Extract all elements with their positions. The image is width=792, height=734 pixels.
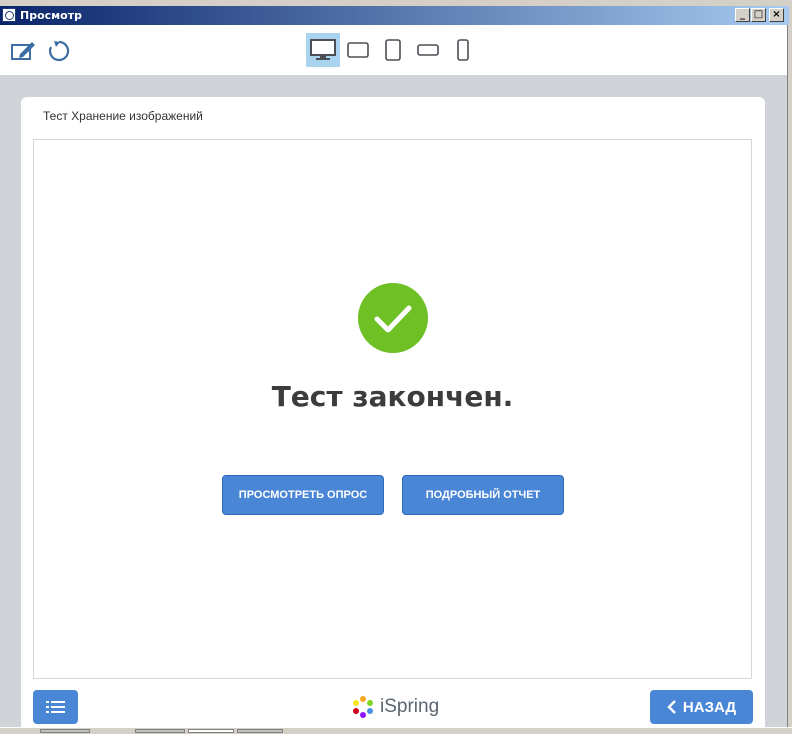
preview-app-icon: [2, 8, 16, 22]
quiz-title: Тест Хранение изображений: [43, 109, 203, 123]
window-border: [787, 25, 792, 733]
monitor-icon: [310, 39, 336, 60]
taskbar-item[interactable]: [237, 729, 283, 733]
edit-icon[interactable]: [10, 39, 36, 63]
device-phone-landscape-button[interactable]: [411, 33, 445, 67]
phone-portrait-icon: [457, 39, 469, 61]
menu-button[interactable]: [33, 690, 78, 724]
close-button[interactable]: ×: [769, 8, 784, 22]
review-quiz-button[interactable]: ПРОСМОТРЕТЬ ОПРОС: [222, 475, 384, 515]
taskbar-item[interactable]: [188, 729, 234, 733]
device-tablet-landscape-button[interactable]: [341, 33, 375, 67]
tablet-landscape-icon: [347, 42, 369, 58]
minimize-button[interactable]: _: [735, 8, 750, 22]
preview-toolbar: [0, 25, 787, 75]
back-button-label: НАЗАД: [682, 698, 737, 716]
detailed-report-button[interactable]: ПОДРОБНЫЙ ОТЧЕТ: [402, 475, 564, 515]
title-bar: Просмотр _ □ ×: [0, 6, 789, 25]
device-tablet-portrait-button[interactable]: [376, 33, 410, 67]
success-check-icon: [358, 283, 428, 353]
logo-text: iSpring: [380, 696, 440, 717]
device-desktop-button[interactable]: [306, 33, 340, 67]
phone-landscape-icon: [417, 44, 439, 56]
result-heading: Тест закончен.: [271, 380, 514, 413]
ispring-flower-icon: [353, 696, 373, 718]
back-button[interactable]: НАЗАД: [650, 690, 753, 724]
ispring-logo: iSpring: [350, 694, 439, 720]
maximize-button[interactable]: □: [751, 8, 766, 22]
window-title: Просмотр: [20, 9, 82, 22]
list-icon: [46, 701, 65, 713]
preview-window: Просмотр _ □ × Тест Хранение изображений…: [0, 0, 792, 734]
tablet-portrait-icon: [385, 39, 401, 61]
refresh-icon[interactable]: [46, 39, 72, 63]
chevron-left-icon: [667, 700, 676, 714]
taskbar-item[interactable]: [40, 729, 90, 733]
taskbar-item[interactable]: [135, 729, 185, 733]
device-phone-portrait-button[interactable]: [446, 33, 480, 67]
